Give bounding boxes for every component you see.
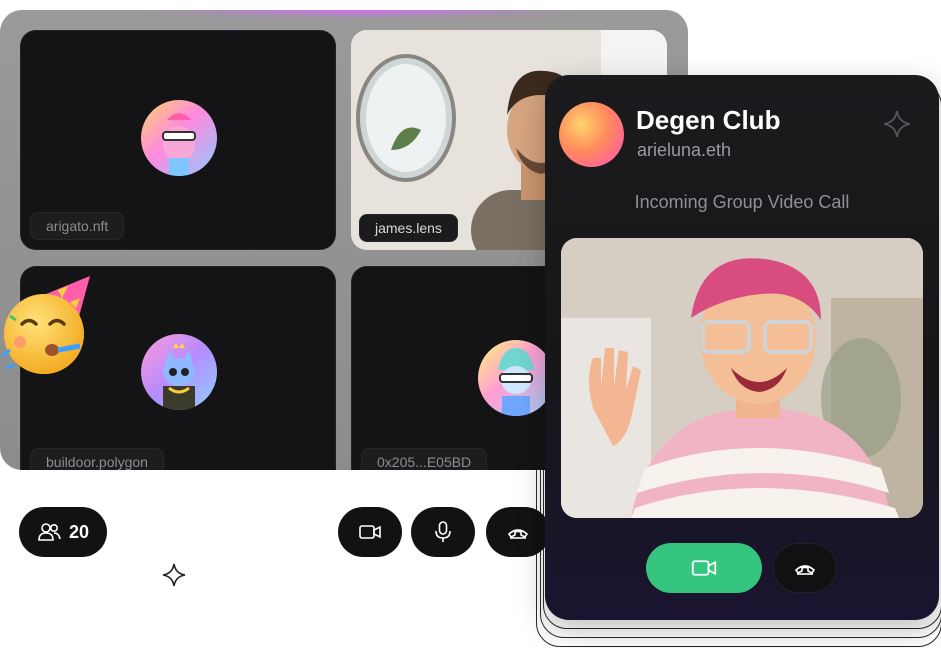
video-camera-icon <box>691 559 717 577</box>
video-camera-icon <box>359 524 381 540</box>
camera-button[interactable] <box>338 507 402 557</box>
group-name: Degen Club <box>636 105 781 135</box>
participant-name-tag: buildoor.polygon <box>30 448 164 470</box>
phone-hangup-icon <box>507 525 529 539</box>
incoming-call-card: Degen Club arieluna.eth Incoming Group V… <box>545 75 939 620</box>
participant-name: buildoor.polygon <box>46 454 148 470</box>
participant-name: arigato.nft <box>46 218 109 234</box>
microphone-icon <box>435 521 451 543</box>
phone-hangup-icon <box>794 561 816 575</box>
microphone-button[interactable] <box>411 507 475 557</box>
sparkle-icon <box>883 110 911 143</box>
sparkle-icon <box>162 563 186 592</box>
avatar <box>478 340 554 416</box>
group-avatar <box>559 102 624 167</box>
caller-video-preview <box>561 238 923 518</box>
people-icon <box>37 522 61 542</box>
participant-name: 0x205...E05BD <box>377 454 472 470</box>
avatar <box>141 334 217 410</box>
participant-name-tag: arigato.nft <box>30 212 125 240</box>
participant-name: james.lens <box>375 220 442 236</box>
decline-call-button[interactable] <box>773 543 837 593</box>
caller-handle: arieluna.eth <box>637 140 732 160</box>
participant-count: 20 <box>68 521 90 542</box>
accept-call-button[interactable] <box>646 543 762 593</box>
party-emoji <box>0 272 96 382</box>
participant-name-tag: james.lens <box>359 214 458 242</box>
participant-tile-arigato[interactable]: arigato.nft <box>20 30 336 250</box>
call-status: Incoming Group Video Call <box>634 192 850 212</box>
decorative-lines <box>200 571 545 593</box>
hangup-button[interactable] <box>486 507 550 557</box>
avatar <box>141 100 217 176</box>
participant-name-tag: 0x205...E05BD <box>361 448 488 470</box>
participants-button[interactable]: 20 <box>19 507 107 557</box>
